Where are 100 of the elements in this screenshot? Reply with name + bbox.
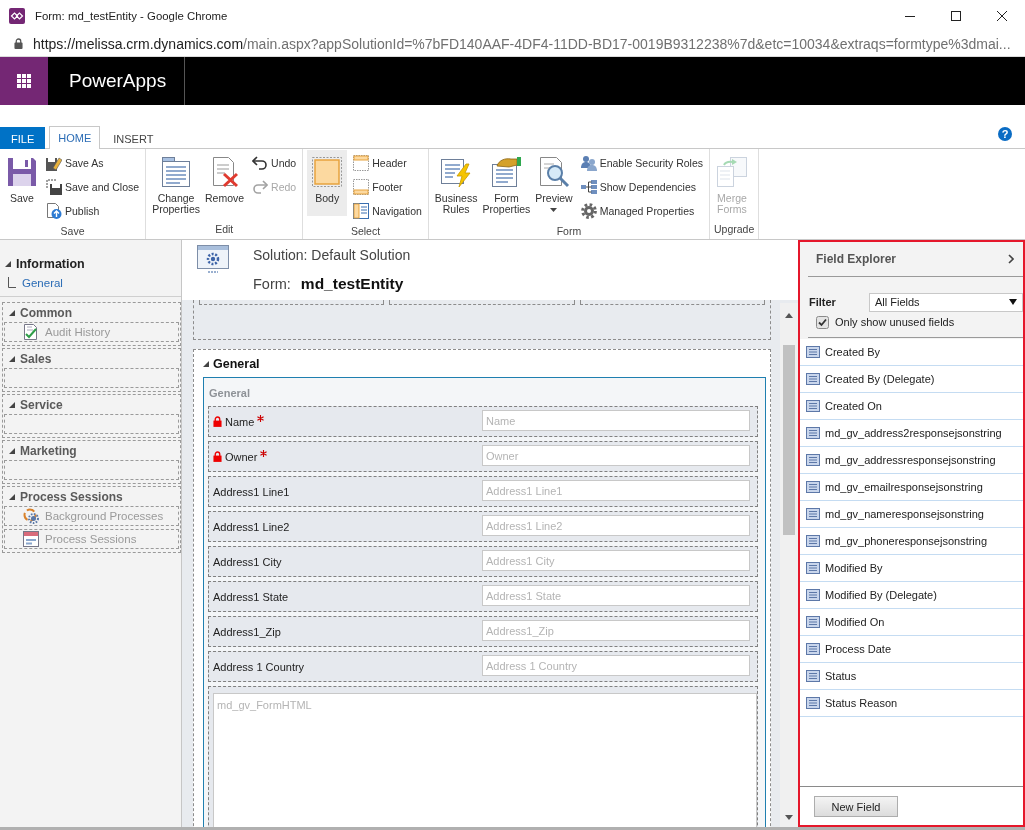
dependency-tree-icon: [580, 179, 597, 195]
ribbon-button[interactable]: Remove: [203, 150, 247, 216]
new-field-button[interactable]: New Field: [814, 796, 898, 817]
ribbon-button[interactable]: Navigation: [351, 199, 424, 223]
field-slot[interactable]: Address1 City Address1 City: [208, 546, 758, 577]
window-icon: [23, 531, 39, 547]
file-tab[interactable]: FILE: [0, 127, 46, 149]
group-label: Form: [555, 224, 583, 239]
field-list-item[interactable]: Created On: [800, 393, 1023, 420]
text-input[interactable]: Address1_Zip: [482, 620, 750, 641]
ribbon-button[interactable]: Business Rules: [432, 150, 480, 216]
field-slot[interactable]: Address 1 Country Address 1 Country: [208, 651, 758, 682]
text-input[interactable]: Owner: [482, 445, 750, 466]
ribbon-tab[interactable]: HOME: [49, 126, 101, 149]
list-icon: [806, 427, 820, 439]
field-label: Address1 Line2: [213, 520, 290, 533]
list-icon: [806, 535, 820, 547]
field-list-item[interactable]: Created By: [800, 339, 1023, 366]
vertical-scrollbar[interactable]: [780, 303, 798, 827]
url-text[interactable]: https://melissa.crm.dynamics.com/main.aspx?appSolutionId=%7bFD140AAF-4DF4-11DD-BD17-0019B9312238%7d&etc=10034&extraqs=formtype%3dmai...: [33, 35, 1011, 52]
nav-group[interactable]: Service: [2, 394, 181, 438]
ribbon-button[interactable]: Publish: [44, 199, 142, 223]
form-document-icon: [160, 156, 193, 188]
redo-icon: [252, 179, 269, 195]
field-list-item[interactable]: md_gv_nameresponsejsonstring: [800, 501, 1023, 528]
field-slot[interactable]: Address1_Zip Address1_Zip: [208, 616, 758, 647]
field-list-item[interactable]: md_gv_address2responsejsonstring: [800, 420, 1023, 447]
ribbon-button[interactable]: Preview: [533, 150, 575, 216]
ribbon-button[interactable]: Header: [351, 151, 424, 175]
field-slot[interactable]: Owner Owner: [208, 441, 758, 472]
triangle-icon[interactable]: [5, 260, 11, 267]
triangle-icon[interactable]: [9, 309, 15, 316]
form-settings-icon: [197, 245, 229, 273]
nav-group[interactable]: Marketing: [2, 440, 181, 484]
collapse-button[interactable]: [1005, 254, 1017, 264]
triangle-icon[interactable]: [9, 401, 15, 408]
nav-group[interactable]: Sales: [2, 348, 181, 392]
list-icon: [806, 562, 820, 574]
app-launcher-button[interactable]: [0, 57, 48, 105]
triangle-icon[interactable]: [203, 360, 209, 367]
field-label: Owner: [225, 450, 258, 463]
form-label: Form:: [253, 275, 291, 294]
ribbon-button[interactable]: Save and Close: [44, 175, 142, 199]
triangle-icon[interactable]: [9, 493, 15, 500]
nav-link[interactable]: General: [22, 276, 63, 289]
ribbon-button[interactable]: Form Properties: [480, 150, 533, 216]
triangle-icon[interactable]: [9, 355, 15, 362]
text-input[interactable]: Address1 State: [482, 585, 750, 606]
nav-group-label: Information: [16, 256, 85, 271]
ribbon-button[interactable]: Save As: [44, 151, 142, 175]
list-icon: [806, 373, 820, 385]
help-button[interactable]: ?: [998, 127, 1012, 141]
filter-dropdown[interactable]: All Fields: [869, 292, 1023, 312]
maximize-icon: [951, 10, 961, 21]
list-icon: [806, 643, 820, 655]
field-slot[interactable]: Address1 Line2 Address1 Line2: [208, 511, 758, 542]
ribbon-button[interactable]: Enable Security Roles: [578, 151, 705, 175]
checkbox[interactable]: [816, 315, 829, 329]
nav-group[interactable]: Common Audit History: [2, 302, 181, 346]
field-list-item[interactable]: Created By (Delegate): [800, 366, 1023, 393]
save-as-icon: [46, 155, 62, 171]
ribbon-button[interactable]: Footer: [351, 175, 424, 199]
ribbon-button[interactable]: Managed Properties: [578, 199, 705, 223]
ribbon-button[interactable]: Save: [4, 150, 40, 216]
triangle-icon[interactable]: [9, 447, 15, 454]
text-input[interactable]: Address1 City: [482, 550, 750, 571]
text-input[interactable]: Address1 Line1: [482, 480, 750, 501]
field-list-item[interactable]: md_gv_addressresponsejsonstring: [800, 447, 1023, 474]
window-title: Form: md_testEntity - Google Chrome: [35, 9, 229, 22]
magnifier-document-icon: [538, 156, 570, 188]
field-slot[interactable]: Name Name: [208, 406, 758, 437]
nav-group-label: Marketing: [20, 443, 77, 458]
field-slot[interactable]: Address1 State Address1 State: [208, 581, 758, 612]
field-list-item[interactable]: Modified By (Delegate): [800, 582, 1023, 609]
field-list-item[interactable]: Status: [800, 663, 1023, 690]
scroll-down-icon[interactable]: [785, 815, 793, 820]
field-list-item[interactable]: Modified On: [800, 609, 1023, 636]
ribbon-button[interactable]: Undo: [250, 151, 299, 175]
scrollbar-thumb[interactable]: [783, 345, 795, 535]
ribbon-button[interactable]: Body: [307, 150, 348, 216]
form-header-area[interactable]: [193, 300, 771, 340]
checked-document-icon: [23, 324, 39, 340]
tree-connector-icon: [8, 277, 16, 288]
nav-group[interactable]: Process Sessions Background Processes Process Sessions: [2, 486, 181, 553]
scroll-up-icon[interactable]: [785, 313, 793, 318]
field-list-item[interactable]: md_gv_emailresponsejsonstring: [800, 474, 1023, 501]
text-input[interactable]: Address1 Line2: [482, 515, 750, 536]
checkbox-label[interactable]: Only show unused fields: [835, 316, 955, 328]
ribbon-button[interactable]: Change Properties: [150, 150, 202, 216]
field-label: Address1 State: [213, 590, 289, 603]
web-resource-name: md_gv_FormHTML: [217, 699, 312, 711]
field-list-item[interactable]: md_gv_phoneresponsejsonstring: [800, 528, 1023, 555]
field-list-item[interactable]: Modified By: [800, 555, 1023, 582]
text-input[interactable]: Address 1 Country: [482, 655, 750, 676]
field-list-item[interactable]: Status Reason: [800, 690, 1023, 717]
field-list-item[interactable]: Process Date: [800, 636, 1023, 663]
ribbon-tab[interactable]: INSERT: [104, 127, 163, 149]
ribbon-button[interactable]: Show Dependencies: [578, 175, 705, 199]
field-slot[interactable]: Address1 Line1 Address1 Line1: [208, 476, 758, 507]
text-input[interactable]: Name: [482, 410, 750, 431]
